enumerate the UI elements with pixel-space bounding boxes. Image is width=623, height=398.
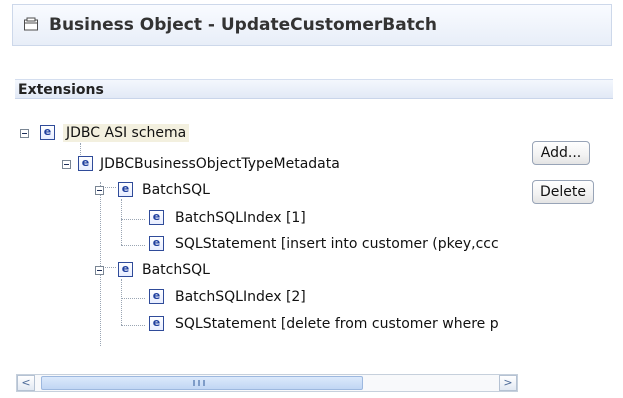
element-icon: e xyxy=(118,262,133,277)
element-icon: e xyxy=(118,182,133,197)
element-icon: e xyxy=(78,156,93,171)
element-icon: e xyxy=(149,210,164,225)
scroll-left-icon[interactable]: < xyxy=(17,375,35,391)
collapse-icon[interactable] xyxy=(62,160,71,169)
scroll-thumb[interactable] xyxy=(41,376,363,390)
tree-item-label: JDBCBusinessObjectTypeMetadata xyxy=(100,156,340,172)
element-icon: e xyxy=(149,289,164,304)
page-title: Business Object - UpdateCustomerBatch xyxy=(49,15,438,35)
element-icon: e xyxy=(149,236,164,251)
tree-item-label: BatchSQLIndex [2] xyxy=(175,289,306,305)
tree-item-label: SQLStatement [insert into customer (pkey… xyxy=(175,236,499,252)
collapse-icon[interactable] xyxy=(95,186,104,195)
tree-item-sql-statement-insert[interactable]: e SQLStatement [insert into customer (pk… xyxy=(20,235,525,253)
tree-item-label: SQLStatement [delete from customer where… xyxy=(175,316,499,332)
tree-item-label: BatchSQLIndex [1] xyxy=(175,210,306,226)
extensions-title: Extensions xyxy=(18,82,104,98)
add-button[interactable]: Add... xyxy=(532,141,590,165)
tree-item-batchsql-2[interactable]: e BatchSQL xyxy=(20,261,270,279)
collapse-icon[interactable] xyxy=(20,129,29,138)
editor-title-bar: Business Object - UpdateCustomerBatch xyxy=(12,4,612,46)
tree-item-batchsql-index-2[interactable]: e BatchSQLIndex [2] xyxy=(20,288,340,306)
business-object-editor: Business Object - UpdateCustomerBatch Ex… xyxy=(0,0,623,398)
scroll-grip-icon xyxy=(193,380,209,386)
tree-item-sql-statement-delete[interactable]: e SQLStatement [delete from customer whe… xyxy=(20,315,525,333)
tree-item-batchsql-1[interactable]: e BatchSQL xyxy=(20,181,270,199)
collapse-icon[interactable] xyxy=(95,266,104,275)
extensions-tree[interactable]: e JDBC ASI schema e JDBCBusinessObjectTy… xyxy=(20,124,525,348)
tree-item-jdbc-business-object-type-metadata[interactable]: e JDBCBusinessObjectTypeMetadata xyxy=(20,155,450,173)
horizontal-scrollbar[interactable]: < > xyxy=(16,374,518,392)
element-icon: e xyxy=(149,316,164,331)
delete-button[interactable]: Delete xyxy=(532,180,594,204)
tree-item-label: JDBC ASI schema xyxy=(63,124,190,142)
business-object-icon xyxy=(24,17,38,31)
element-icon: e xyxy=(40,125,55,140)
tree-item-batchsql-index-1[interactable]: e BatchSQLIndex [1] xyxy=(20,209,340,227)
scroll-right-icon[interactable]: > xyxy=(499,375,517,391)
tree-item-jdbc-asi-schema[interactable]: e JDBC ASI schema xyxy=(20,124,250,142)
tree-item-label: BatchSQL xyxy=(142,182,210,198)
extensions-section-header: Extensions xyxy=(15,79,613,99)
tree-item-label: BatchSQL xyxy=(142,262,210,278)
